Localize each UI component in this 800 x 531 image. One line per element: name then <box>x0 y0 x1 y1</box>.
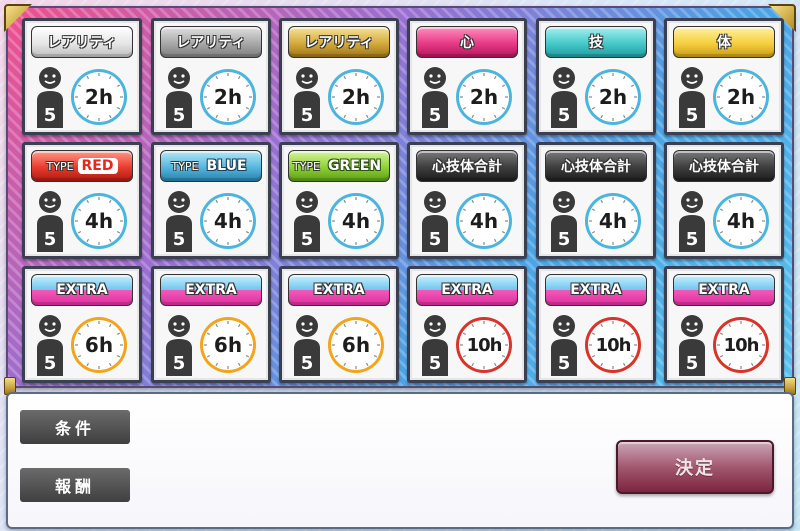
duration-label: 4h <box>213 209 243 233</box>
duration-label: 2h <box>84 85 114 109</box>
required-people-count: 5 <box>300 105 314 126</box>
duration-label: 6h <box>341 333 371 357</box>
required-people-count: 5 <box>172 105 186 126</box>
mission-tag: EXTRA <box>545 274 647 306</box>
mission-slot[interactable]: レアリティ 5 2h <box>151 18 271 135</box>
required-people-count: 5 <box>428 353 442 374</box>
required-people-count: 5 <box>172 229 186 250</box>
mission-slot[interactable]: 心技体合計 5 4h <box>407 142 527 259</box>
mission-tag: EXTRA <box>416 274 518 306</box>
mission-slot[interactable]: EXTRA 5 10h <box>407 266 527 383</box>
mission-slot[interactable]: EXTRA 5 10h <box>664 266 784 383</box>
type-name: BLUE <box>206 158 247 174</box>
duration-label: 2h <box>598 85 628 109</box>
required-people-count: 5 <box>685 353 699 374</box>
mission-tag: EXTRA <box>288 274 390 306</box>
duration-label: 2h <box>469 85 499 109</box>
mission-tag: 技 <box>545 26 647 58</box>
duration-label: 2h <box>341 85 371 109</box>
mission-tag: EXTRA <box>31 274 133 306</box>
mission-slot[interactable]: レアリティ 5 2h <box>279 18 399 135</box>
mission-slot[interactable]: 体 5 2h <box>664 18 784 135</box>
required-people-count: 5 <box>43 105 57 126</box>
mission-tag: 心技体合計 <box>545 150 647 182</box>
mission-slot[interactable]: EXTRA 5 10h <box>536 266 656 383</box>
mission-slot[interactable]: 心技体合計 5 4h <box>536 142 656 259</box>
duration-label: 10h <box>595 334 632 356</box>
mission-detail-panel: 条件 報酬 決定 <box>6 392 794 529</box>
duration-label: 2h <box>213 85 243 109</box>
required-people-count: 5 <box>43 229 57 250</box>
duration-label: 6h <box>213 333 243 357</box>
type-name: GREEN <box>327 158 382 174</box>
duration-label: 4h <box>84 209 114 233</box>
required-people-count: 5 <box>300 229 314 250</box>
duration-label: 10h <box>466 334 503 356</box>
mission-tag: 心技体合計 <box>416 150 518 182</box>
mission-board: レアリティ 5 2h レアリティ 5 2h レアリティ 5 2h 心 5 2h 技 5 2h 体 5 2h TYPE… <box>4 4 796 388</box>
mission-tag: EXTRA <box>160 274 262 306</box>
required-people-count: 5 <box>428 105 442 126</box>
required-people-count: 5 <box>300 353 314 374</box>
mission-slot[interactable]: TYPE BLUE 5 4h <box>151 142 271 259</box>
mission-slot[interactable]: 心技体合計 5 4h <box>664 142 784 259</box>
duration-label: 4h <box>341 209 371 233</box>
mission-tag: TYPE BLUE <box>160 150 262 182</box>
reward-label: 報酬 <box>20 468 130 502</box>
condition-label: 条件 <box>20 410 130 444</box>
mission-tag: EXTRA <box>673 274 775 306</box>
mission-tag: 体 <box>673 26 775 58</box>
duration-label: 4h <box>726 209 756 233</box>
mission-slot[interactable]: 技 5 2h <box>536 18 656 135</box>
mission-slot[interactable]: レアリティ 5 2h <box>22 18 142 135</box>
duration-label: 10h <box>723 334 760 356</box>
required-people-count: 5 <box>557 229 571 250</box>
mission-tag: レアリティ <box>160 26 262 58</box>
mission-tag: 心技体合計 <box>673 150 775 182</box>
mission-slot[interactable]: EXTRA 5 6h <box>151 266 271 383</box>
duration-label: 4h <box>469 209 499 233</box>
required-people-count: 5 <box>557 105 571 126</box>
mission-slot[interactable]: 心 5 2h <box>407 18 527 135</box>
mission-slot[interactable]: TYPE GREEN 5 4h <box>279 142 399 259</box>
required-people-count: 5 <box>685 105 699 126</box>
mission-slot[interactable]: EXTRA 5 6h <box>279 266 399 383</box>
mission-tag: TYPE RED <box>31 150 133 182</box>
mission-slot[interactable]: TYPE RED 5 4h <box>22 142 142 259</box>
required-people-count: 5 <box>428 229 442 250</box>
duration-label: 6h <box>84 333 114 357</box>
required-people-count: 5 <box>172 353 186 374</box>
required-people-count: 5 <box>557 353 571 374</box>
mission-tag: レアリティ <box>288 26 390 58</box>
confirm-button[interactable]: 決定 <box>616 440 774 494</box>
duration-label: 4h <box>598 209 628 233</box>
mission-tag: TYPE GREEN <box>288 150 390 182</box>
type-prefix: TYPE <box>171 159 199 173</box>
type-prefix: TYPE <box>292 159 320 173</box>
type-prefix: TYPE <box>46 159 74 173</box>
mission-tag: レアリティ <box>31 26 133 58</box>
duration-label: 2h <box>726 85 756 109</box>
mission-tag: 心 <box>416 26 518 58</box>
required-people-count: 5 <box>685 229 699 250</box>
mission-slot[interactable]: EXTRA 5 6h <box>22 266 142 383</box>
required-people-count: 5 <box>43 353 57 374</box>
type-name: RED <box>77 158 118 174</box>
